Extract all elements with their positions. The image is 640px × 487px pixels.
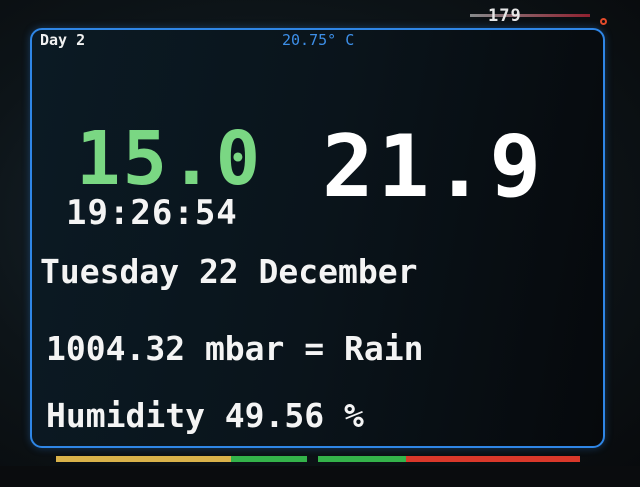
bezel-bottom-edge [0, 466, 640, 487]
humidity-text: Humidity 49.56 % [46, 396, 364, 435]
status-bar-green-2 [318, 456, 406, 462]
day-label: Day 2 [40, 31, 86, 49]
pressure-forecast-text: 1004.32 mbar = Rain [46, 329, 424, 368]
status-led-icon [600, 18, 607, 25]
clock-time: 19:26:54 [66, 193, 238, 233]
primary-reading-left: 15.0 [76, 116, 263, 202]
primary-reading-right: 21.9 [322, 117, 546, 217]
status-bar-green-1 [231, 456, 307, 462]
display-screen [30, 28, 605, 448]
top-counter: 179 [488, 6, 522, 26]
date-text: Tuesday 22 December [40, 252, 418, 291]
header-temperature: 20.75° C [282, 31, 355, 49]
status-bar-red [406, 456, 580, 462]
status-bar-yellow [56, 456, 231, 462]
